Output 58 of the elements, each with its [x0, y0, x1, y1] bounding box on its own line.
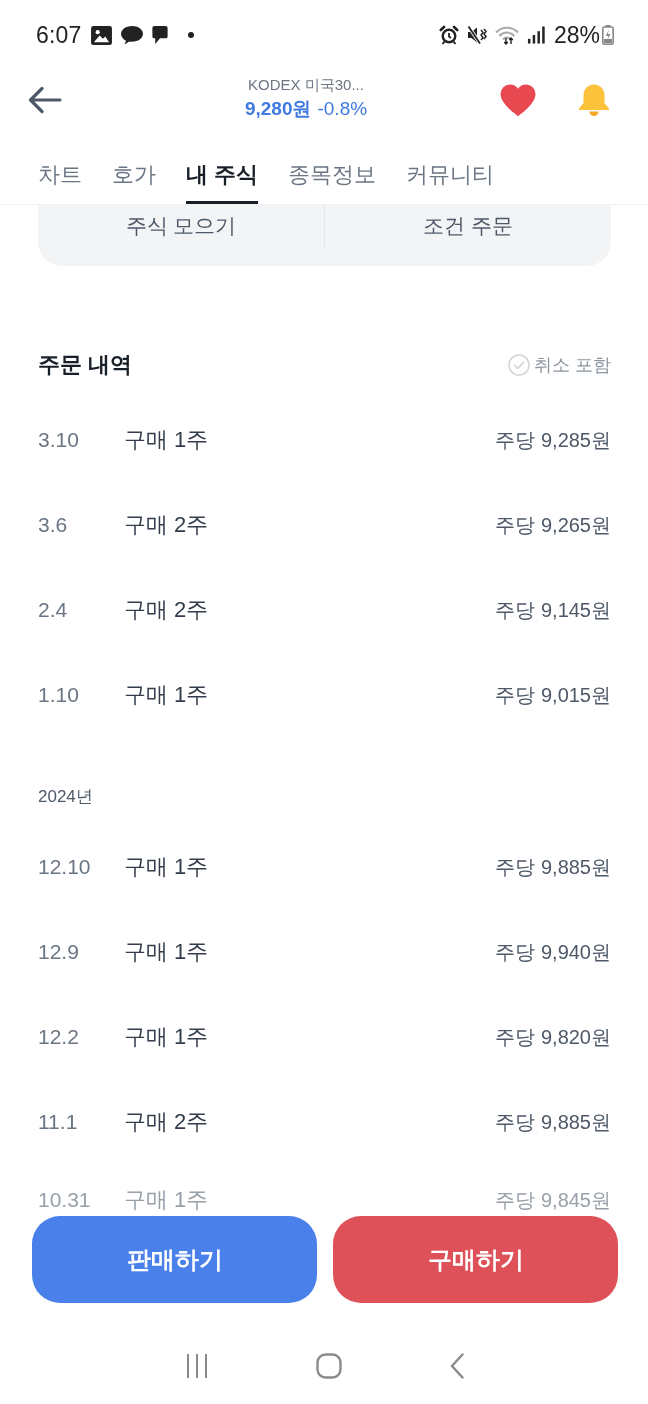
section-title: 주문 내역: [38, 351, 133, 379]
wifi-icon: [494, 25, 519, 45]
order-tool-button[interactable]: 조건 주문: [324, 205, 611, 247]
price-change: -0.8%: [317, 97, 368, 121]
order-price: 주당 9,145원: [495, 597, 611, 623]
tab[interactable]: 커뮤니티: [406, 130, 495, 204]
include-canceled-toggle[interactable]: 취소 포함: [508, 352, 611, 378]
order-price: 주당 9,265원: [495, 512, 611, 538]
mute-icon: [466, 25, 487, 45]
order-type: 구매 2주: [124, 510, 210, 539]
order-date: 11.1: [38, 1108, 79, 1135]
picture-icon: [90, 25, 112, 45]
tab[interactable]: 호가: [112, 130, 156, 204]
order-date: 1.10: [38, 681, 80, 708]
heart-icon[interactable]: [500, 84, 536, 116]
chat-bubble-icon: [119, 25, 144, 45]
order-date: 10.31: [38, 1187, 92, 1213]
order-type: 구매 1주: [124, 937, 210, 966]
stock-name: KODEX 미국30...: [248, 75, 364, 95]
battery-charging-icon: [602, 25, 614, 45]
order-type: 구매 1주: [124, 680, 210, 709]
signal-icon: [526, 25, 546, 45]
home-icon[interactable]: [316, 1353, 343, 1379]
alarm-clock-icon: [438, 25, 459, 45]
order-price: 주당 9,285원: [495, 427, 611, 453]
nav-back-icon[interactable]: [450, 1353, 465, 1379]
order-date: 12.2: [38, 1023, 80, 1050]
order-type: 구매 1주: [124, 1186, 210, 1214]
battery-percent: 28%: [553, 21, 600, 49]
tab[interactable]: 차트: [38, 130, 82, 204]
order-price: 주당 9,845원: [495, 1188, 611, 1213]
order-type: 구매 2주: [124, 595, 210, 624]
order-type: 구매 1주: [124, 852, 210, 881]
order-date: 12.10: [38, 853, 92, 880]
order-price: 주당 9,885원: [495, 1109, 611, 1135]
order-type: 구매 1주: [124, 425, 210, 454]
stock-price: 9,280원: [244, 97, 312, 121]
year-label: 2024년: [38, 786, 93, 808]
order-date: 12.9: [38, 938, 80, 965]
status-time: 6:07: [36, 21, 82, 49]
order-price: 주당 9,885원: [495, 854, 611, 880]
notification-dot-icon: [187, 32, 194, 38]
order-type: 구매 2주: [124, 1107, 210, 1136]
order-price: 주당 9,820원: [495, 1024, 611, 1050]
order-type: 구매 1주: [124, 1022, 210, 1051]
order-tool-button[interactable]: 주식 모으기: [38, 205, 324, 247]
order-price: 주당 9,015원: [495, 682, 611, 708]
sell-button[interactable]: 판매하기: [32, 1216, 317, 1303]
bell-icon[interactable]: [576, 83, 612, 117]
order-date: 3.10: [38, 426, 80, 453]
order-price: 주당 9,940원: [495, 939, 611, 965]
tab[interactable]: 종목정보: [288, 130, 377, 204]
order-date: 2.4: [38, 596, 69, 623]
back-arrow-icon[interactable]: [28, 86, 62, 114]
order-date: 3.6: [38, 511, 69, 538]
message-icon: [151, 25, 168, 45]
recent-apps-icon[interactable]: [184, 1353, 209, 1379]
buy-button[interactable]: 구매하기: [333, 1216, 618, 1303]
